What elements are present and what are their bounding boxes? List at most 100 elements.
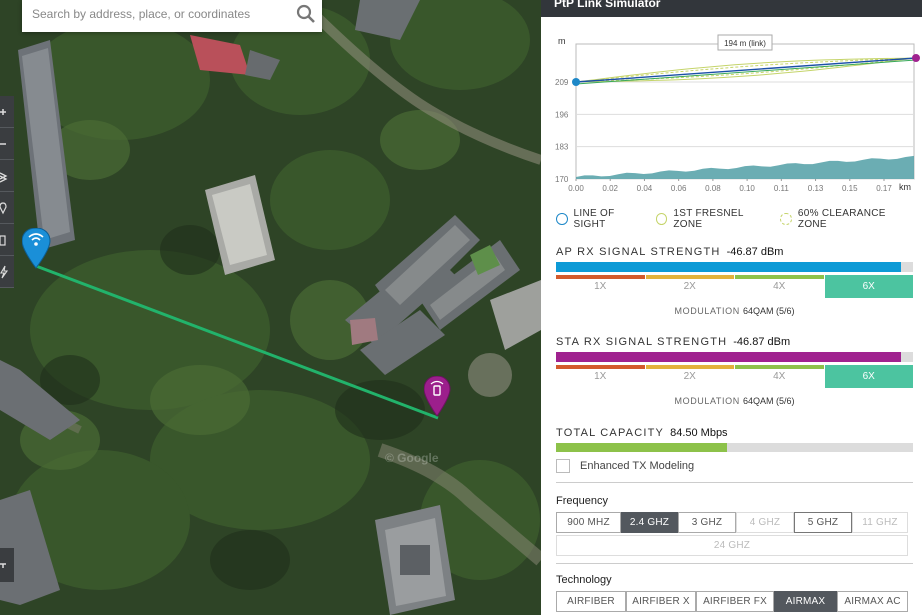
map-settings-button[interactable] [0, 548, 14, 582]
dashed-circle-icon [780, 213, 792, 225]
sta-endpoint[interactable] [912, 54, 920, 62]
y-tick-label: 183 [555, 143, 569, 152]
divider [556, 482, 913, 483]
sta-signal-section: STA RX SIGNAL STRENGTH -46.87 dBm 1X 2X 4X… [556, 336, 913, 406]
legend-line-of-sight: LINE OF SIGHT [556, 208, 646, 230]
sta-marker-icon[interactable] [424, 376, 452, 418]
zoom-in-button[interactable] [0, 96, 14, 128]
tech-option-airfiber[interactable]: AIRFIBER [556, 591, 626, 612]
sta-multiplier-2x: 2X [645, 365, 734, 388]
ap-multiplier-1x: 1X [556, 275, 645, 298]
enhanced-tx-checkbox[interactable] [556, 459, 570, 473]
layers-icon [0, 171, 8, 183]
legend-fresnel-zone: 1ST FRESNEL ZONE [655, 208, 771, 230]
multiplier-label: 4X [773, 371, 786, 382]
tech-option-airmax-ac[interactable]: AIRMAX AC [837, 591, 908, 612]
ap-endpoint[interactable] [572, 78, 580, 86]
sta-signal-bar [556, 352, 913, 362]
multiplier-label: 6X [862, 371, 875, 382]
freq-option-4ghz[interactable]: 4 GHZ [736, 512, 794, 533]
x-tick-label: 0.15 [842, 184, 858, 193]
ap-marker-icon[interactable] [22, 228, 52, 270]
ap-multiplier-4x: 4X [735, 275, 824, 298]
capacity-title: TOTAL CAPACITY 84.50 Mbps [556, 427, 913, 439]
legend-label: 60% CLEARANCE ZONE [797, 208, 886, 230]
enhanced-tx-toggle[interactable]: Enhanced TX Modeling [556, 459, 694, 473]
technology-options: AIRFIBER AIRFIBER X AIRFIBER FX AIRMAX AIRMA… [556, 591, 908, 612]
multiplier-label: 2X [683, 281, 696, 292]
ap-multiplier-row: 1X 2X 4X 6X [556, 275, 913, 298]
device-button[interactable] [0, 224, 14, 256]
divider [556, 563, 913, 564]
multiplier-color-bar [556, 275, 645, 279]
x-tick-label: 0.11 [774, 184, 790, 193]
freq-option-900mhz[interactable]: 900 MHZ [556, 512, 621, 533]
technology-label: Technology [556, 574, 612, 586]
ap-signal-fill [556, 262, 901, 272]
panel-title: PtP Link Simulator [541, 0, 922, 17]
search-icon[interactable] [296, 4, 316, 24]
multiplier-color-bar [645, 275, 734, 279]
layers-button[interactable] [0, 160, 14, 192]
capacity-fill [556, 443, 728, 452]
multiplier-label: 1X [594, 371, 607, 382]
freq-option-3ghz[interactable]: 3 GHZ [678, 512, 736, 533]
line-of-sight [575, 57, 917, 83]
multiplier-color-bar [735, 275, 824, 279]
x-tick-label: 0.17 [876, 184, 892, 193]
multiplier-label: 4X [773, 281, 786, 292]
satellite-map[interactable]: © Google [0, 0, 541, 615]
minus-icon [0, 142, 6, 145]
ap-signal-label: AP RX SIGNAL STRENGTH [556, 246, 721, 258]
x-tick-label: 0.13 [808, 184, 824, 193]
modulation-label: MODULATION [674, 396, 740, 406]
plus-icon [0, 108, 6, 115]
lightning-icon [0, 265, 9, 278]
elevation-profile-chart: m km 194 m (link) 209 196 183 170 0.00 0.02 0… [555, 34, 920, 193]
capacity-bar [556, 443, 913, 452]
modulation-value: 64QAM (5/6) [742, 396, 795, 406]
freq-option-24ghz[interactable]: 24 GHZ [556, 535, 908, 556]
satellite-imagery [0, 0, 541, 615]
zoom-out-button[interactable] [0, 128, 14, 160]
frequency-options: 900 MHZ 2.4 GHZ 3 GHZ 4 GHZ 5 GHZ 11 GHZ [556, 512, 908, 533]
ap-multiplier-6x: 6X [824, 275, 913, 298]
device-icon [0, 234, 6, 246]
x-tick-label: 0.04 [637, 184, 653, 193]
chart-legend: LINE OF SIGHT 1ST FRESNEL ZONE 60% CLEAR… [556, 208, 922, 230]
tech-option-airfiber-fx[interactable]: AIRFIBER FX [696, 591, 774, 612]
x-axis-unit: km [899, 182, 911, 192]
ap-signal-title: AP RX SIGNAL STRENGTH -46.87 dBm [556, 246, 913, 258]
tech-option-airfiber-x[interactable]: AIRFIBER X [626, 591, 696, 612]
frequency-label: Frequency [556, 495, 608, 507]
x-tick-label: 0.02 [602, 184, 618, 193]
search-input[interactable] [32, 0, 294, 28]
multiplier-color-bar [556, 365, 645, 369]
modulation-label: MODULATION [674, 306, 740, 316]
multiplier-color-bar [824, 365, 913, 369]
link-distance-label: 194 m (link) [717, 34, 773, 51]
tech-option-airmax[interactable]: AIRMAX [774, 591, 837, 612]
sta-multiplier-4x: 4X [735, 365, 824, 388]
y-tick-label: 209 [555, 78, 569, 87]
sta-signal-fill [556, 352, 901, 362]
power-button[interactable] [0, 256, 14, 288]
x-tick-label: 0.00 [568, 184, 584, 193]
y-axis-unit: m [558, 36, 566, 46]
freq-option-11ghz[interactable]: 11 GHZ [852, 512, 908, 533]
location-button[interactable] [0, 192, 14, 224]
legend-clearance-zone: 60% CLEARANCE ZONE [780, 208, 912, 230]
map-search-box [22, 0, 322, 32]
ap-signal-bar [556, 262, 913, 272]
freq-option-5ghz[interactable]: 5 GHZ [794, 512, 852, 533]
link-simulator-panel: PtP Link Simulator m km 194 m (link) 209… [541, 0, 922, 615]
ap-multiplier-2x: 2X [645, 275, 734, 298]
sta-signal-title: STA RX SIGNAL STRENGTH -46.87 dBm [556, 336, 913, 348]
menu-icon [0, 563, 6, 568]
x-tick-label: 0.06 [671, 184, 687, 193]
multiplier-color-bar [824, 275, 913, 279]
freq-option-24ghz[interactable]: 2.4 GHZ [621, 512, 678, 533]
terrain-area [576, 155, 914, 179]
map-toolbar [0, 96, 14, 288]
ap-signal-value: -46.87 dBm [726, 246, 784, 258]
